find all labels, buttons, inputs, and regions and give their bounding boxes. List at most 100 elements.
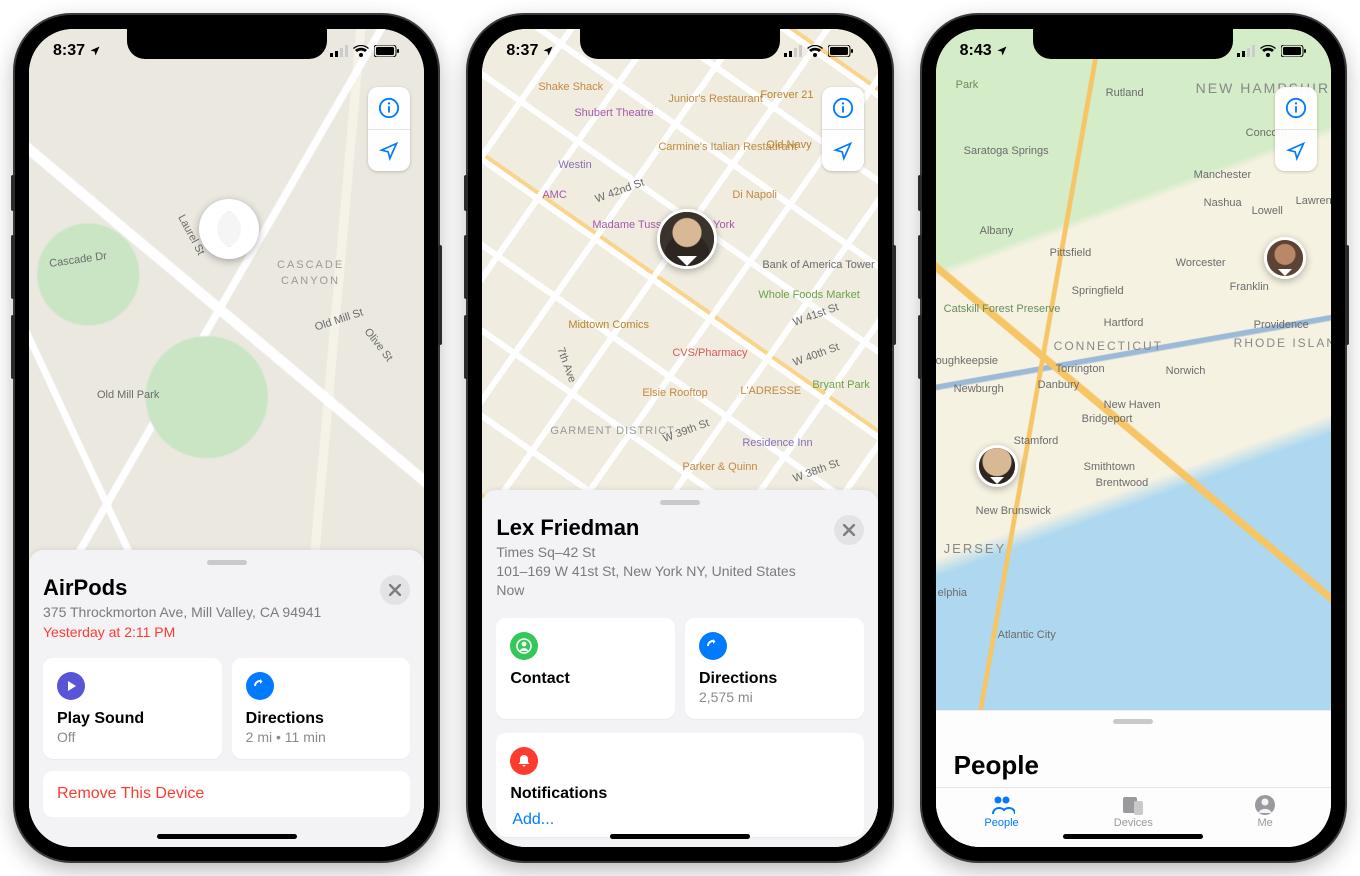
contact-label: Contact	[510, 670, 661, 688]
ml-brentwood: Brentwood	[1096, 477, 1149, 489]
person-location-2: 101–169 W 41st St, New York NY, United S…	[496, 562, 795, 581]
tab-people-label: People	[984, 817, 1018, 829]
directions-label: Directions	[246, 710, 397, 728]
map-label-canyon2: CANYON	[281, 275, 340, 287]
phone-frame-2: 8:37 Shake Shack Shubert Theatre Junior'…	[468, 15, 891, 861]
screen-3: 8:43 Park Rutland NEW HAMPSHIRE Concord …	[936, 29, 1331, 847]
device-pin-airpods[interactable]	[199, 199, 259, 259]
poi-midtown: Midtown Comics	[568, 319, 649, 331]
map-label-canyon1: CASCADE	[277, 259, 344, 271]
me-icon	[1199, 794, 1331, 816]
sheet-grabber[interactable]	[207, 560, 247, 565]
locate-me-button[interactable]	[1275, 129, 1317, 171]
directions-card[interactable]: Directions 2 mi • 11 min	[232, 658, 411, 759]
person-name: Lex Friedman	[496, 515, 795, 541]
battery-icon	[374, 45, 400, 57]
status-right-icons	[784, 45, 854, 57]
home-indicator[interactable]	[157, 834, 297, 839]
ml-lawrence: Lawrence	[1296, 195, 1331, 207]
directions-card[interactable]: Directions 2,575 mi	[685, 618, 864, 719]
home-indicator[interactable]	[1063, 834, 1203, 839]
ml-ri: RHODE ISLAND	[1234, 337, 1331, 350]
ml-park: Park	[956, 79, 979, 91]
ml-springfield: Springfield	[1072, 285, 1124, 297]
locate-me-button[interactable]	[368, 129, 410, 171]
tab-me-label: Me	[1257, 817, 1272, 829]
person-pin[interactable]	[657, 209, 717, 269]
contact-card[interactable]: Contact	[496, 618, 675, 719]
poi-amc: AMC	[542, 189, 566, 201]
cellular-icon	[330, 45, 348, 57]
locate-me-button[interactable]	[822, 129, 864, 171]
bell-icon	[510, 747, 538, 775]
info-button[interactable]	[1275, 87, 1317, 129]
ml-lowell: Lowell	[1252, 205, 1283, 217]
person-pin-2[interactable]	[1264, 237, 1306, 279]
status-right-icons	[330, 45, 400, 57]
district-garment: GARMENT DISTRICT	[550, 425, 675, 437]
info-button[interactable]	[822, 87, 864, 129]
ml-torrington: Torrington	[1056, 363, 1105, 375]
wifi-icon	[807, 45, 823, 57]
poi-residence: Residence Inn	[742, 437, 812, 449]
tab-people[interactable]: People	[936, 794, 1068, 829]
wifi-icon	[1260, 45, 1276, 57]
poi-parker: Parker & Quinn	[682, 461, 757, 473]
location-services-icon	[89, 45, 101, 57]
ml-bridgeport: Bridgeport	[1082, 413, 1133, 425]
cellular-icon	[1237, 45, 1255, 57]
remove-device-button[interactable]: Remove This Device	[43, 771, 410, 817]
location-services-icon	[996, 45, 1008, 57]
tab-devices[interactable]: Devices	[1067, 794, 1199, 829]
tab-me[interactable]: Me	[1199, 794, 1331, 829]
ml-phila: elphia	[938, 587, 967, 599]
home-indicator[interactable]	[610, 834, 750, 839]
play-sound-card[interactable]: Play Sound Off	[43, 658, 222, 759]
ml-newbrunswick: New Brunswick	[976, 505, 1051, 517]
wifi-icon	[353, 45, 369, 57]
directions-icon	[246, 672, 274, 700]
poi-wholefoods: Whole Foods Market	[758, 289, 859, 301]
device-detail-sheet[interactable]: AirPods 375 Throckmorton Ave, Mill Valle…	[29, 550, 424, 847]
ml-atlanticcity: Atlantic City	[998, 629, 1056, 641]
devices-icon	[1067, 794, 1199, 816]
play-sound-status: Off	[57, 729, 208, 745]
battery-icon	[828, 45, 854, 57]
info-button[interactable]	[368, 87, 410, 129]
location-services-icon	[542, 45, 554, 57]
ml-stamford: Stamford	[1014, 435, 1059, 447]
map-floating-toolbar	[1275, 87, 1317, 171]
device-title: AirPods	[43, 575, 321, 601]
map-label-park: Old Mill Park	[97, 389, 159, 401]
directions-icon	[699, 632, 727, 660]
play-sound-label: Play Sound	[57, 710, 208, 728]
sheet-grabber[interactable]	[660, 500, 700, 505]
sheet-grabber[interactable]	[1113, 719, 1153, 724]
remove-device-label: Remove This Device	[57, 785, 204, 802]
person-pin-1[interactable]	[976, 445, 1018, 487]
map-label-street3: Olive St	[362, 326, 395, 364]
directions-eta: 2 mi • 11 min	[246, 729, 397, 745]
contact-icon	[510, 632, 538, 660]
phone-frame-3: 8:43 Park Rutland NEW HAMPSHIRE Concord …	[922, 15, 1345, 861]
ml-manchester: Manchester	[1194, 169, 1251, 181]
ml-franklin: Franklin	[1230, 281, 1269, 293]
person-detail-sheet[interactable]: Lex Friedman Times Sq–42 St 101–169 W 41…	[482, 490, 877, 847]
ml-worcester: Worcester	[1176, 257, 1226, 269]
close-sheet-button[interactable]	[380, 575, 410, 605]
tab-devices-label: Devices	[1114, 817, 1153, 829]
street-42: W 42nd St	[594, 177, 646, 206]
people-title: People	[936, 734, 1331, 787]
map-floating-toolbar	[368, 87, 410, 171]
device-last-seen: Yesterday at 2:11 PM	[43, 624, 321, 640]
poi-shubert: Shubert Theatre	[574, 107, 653, 119]
street-41: W 41st St	[792, 301, 841, 329]
ml-norwich: Norwich	[1166, 365, 1206, 377]
close-sheet-button[interactable]	[834, 515, 864, 545]
cellular-icon	[784, 45, 802, 57]
poi-cvs: CVS/Pharmacy	[672, 347, 747, 359]
people-section: People People Devices	[936, 710, 1331, 847]
ml-catskill: Catskill Forest Preserve	[944, 303, 1061, 315]
add-notification-link[interactable]: Add...	[510, 811, 849, 829]
ml-saratoga: Saratoga Springs	[964, 145, 1049, 157]
